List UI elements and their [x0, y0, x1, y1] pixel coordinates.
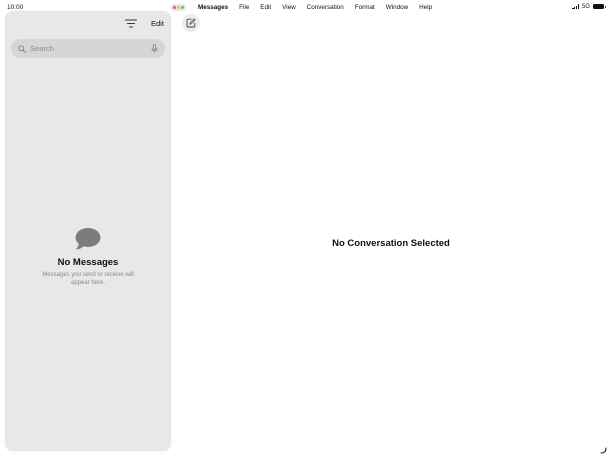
menu-edit[interactable]: Edit [260, 4, 271, 11]
compose-icon [186, 18, 196, 28]
menu-conversation[interactable]: Conversation [307, 4, 344, 11]
search-icon [18, 44, 26, 53]
close-window-button[interactable] [173, 6, 176, 9]
cellular-signal-icon [572, 4, 579, 9]
menu-messages[interactable]: Messages [198, 4, 228, 11]
no-conversation-title: No Conversation Selected [332, 238, 450, 249]
search-field[interactable] [11, 39, 165, 58]
window-controls [171, 4, 186, 11]
status-indicators: 5G [572, 3, 606, 10]
message-bubble-icon [75, 228, 101, 250]
battery-icon [593, 4, 606, 9]
search-input[interactable] [30, 44, 151, 53]
mic-icon[interactable] [151, 44, 158, 53]
filter-icon[interactable] [125, 19, 137, 28]
window-resize-handle[interactable] [600, 447, 607, 454]
empty-state: No Messages Messages you send or receive… [5, 227, 171, 287]
compose-button[interactable] [182, 14, 200, 32]
edit-button[interactable]: Edit [151, 19, 164, 28]
menu-view[interactable]: View [282, 4, 296, 11]
messages-app: 10:00 Messages File Edit View Conversati… [0, 0, 610, 457]
conversation-list-sidebar: Edit No Messages Messages you send or re… [5, 11, 171, 451]
menu-format[interactable]: Format [355, 4, 375, 11]
menu-bar: Messages File Edit View Conversation For… [198, 4, 432, 11]
empty-state-subtitle: Messages you send or receive will appear… [42, 272, 134, 286]
minimize-window-button[interactable] [177, 6, 180, 9]
status-time: 10:00 [7, 4, 24, 11]
zoom-window-button[interactable] [181, 6, 184, 9]
empty-state-title: No Messages [57, 257, 119, 268]
menu-help[interactable]: Help [419, 4, 432, 11]
menu-file[interactable]: File [239, 4, 249, 11]
menu-window[interactable]: Window [386, 4, 408, 11]
network-type: 5G [581, 3, 590, 10]
